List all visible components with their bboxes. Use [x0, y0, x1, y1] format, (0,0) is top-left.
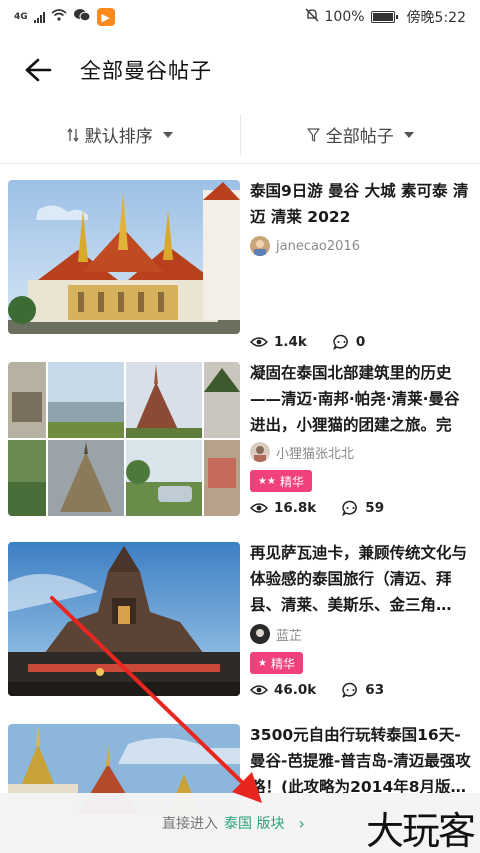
featured-badge: ★ 精华 [250, 652, 303, 674]
author-name: 蓝芷 [276, 628, 303, 644]
post-item[interactable]: 泰国9日游 曼谷 大城 素可泰 清迈 清莱 2022 janecao2016 1… [0, 178, 480, 350]
avatar [250, 236, 270, 256]
eye-icon [250, 503, 268, 513]
post-item[interactable]: 凝固在泰国北部建筑里的历史——清迈·南邦·帕尧·清莱·曼谷进出，小狸猫的团建之旅… [0, 362, 480, 530]
battery-percent: 100% [324, 9, 365, 25]
comment-icon [342, 500, 358, 516]
post-thumbnail[interactable] [8, 542, 240, 696]
watermark-logo: 大玩客 [365, 809, 476, 853]
caret-down-icon [403, 131, 414, 138]
wifi-icon [51, 9, 67, 25]
signal-icon [33, 11, 45, 23]
avatar [250, 624, 270, 644]
caret-down-icon [162, 131, 173, 138]
back-button[interactable] [18, 50, 58, 90]
featured-badge: ★★ 精华 [250, 470, 312, 492]
post-author[interactable]: 蓝芷 [250, 624, 302, 644]
post-title[interactable]: 3500元自由行玩转泰国16天-曼谷-芭提雅-普吉岛-清迈最强攻略！(此攻略为2… [250, 722, 474, 800]
post-author[interactable]: 小狸猫张北北 [250, 442, 354, 462]
author-name: 小狸猫张北北 [276, 446, 355, 462]
post-title[interactable]: 泰国9日游 曼谷 大城 素可泰 清迈 清莱 2022 [250, 178, 474, 230]
app-notification-icon: ▶ [96, 8, 115, 26]
post-thumbnail[interactable] [8, 362, 240, 516]
post-title[interactable]: 再见萨瓦迪卡，兼顾传统文化与体验感的泰国旅行（清迈、拜县、清莱、美斯乐、金三角… [250, 540, 474, 618]
status-time: 傍晚5:22 [406, 10, 466, 26]
post-author[interactable]: janecao2016 [250, 236, 360, 256]
wechat-icon [73, 8, 91, 26]
comment-count: 0 [333, 334, 365, 350]
star-icon: ★★ [258, 475, 276, 487]
sort-label: 默认排序 [84, 127, 153, 147]
filter-label: 全部帖子 [325, 127, 394, 147]
header: 全部曼谷帖子 [0, 34, 480, 106]
view-count: 16.8k [250, 500, 316, 516]
star-icon: ★ [258, 657, 267, 669]
post-stats: 16.8k 59 [250, 500, 410, 516]
post-stats: 46.0k 63 [250, 682, 410, 698]
comment-icon [342, 682, 358, 698]
avatar [250, 442, 270, 462]
author-name: janecao2016 [276, 238, 360, 254]
view-count: 1.4k [250, 334, 307, 350]
filter-bar: 默认排序 全部帖子 [0, 106, 480, 164]
chevron-right-icon: › [298, 813, 305, 833]
battery-icon [370, 11, 398, 23]
enter-board-prefix: 直接进入 [162, 816, 218, 832]
page-title: 全部曼谷帖子 [80, 59, 212, 83]
post-thumbnail[interactable] [8, 180, 240, 334]
eye-icon [250, 337, 268, 347]
post-stats: 1.4k 0 [250, 334, 391, 350]
eye-icon [250, 685, 268, 695]
enter-board-link[interactable]: 泰国 版块 [224, 813, 284, 833]
comment-icon [333, 334, 348, 350]
mute-icon [305, 8, 319, 26]
post-item[interactable]: 再见萨瓦迪卡，兼顾传统文化与体验感的泰国旅行（清迈、拜县、清莱、美斯乐、金三角…… [0, 542, 480, 710]
sort-dropdown[interactable]: 默认排序 [0, 106, 240, 163]
arrow-left-icon [25, 58, 52, 82]
sort-icon [67, 127, 79, 142]
view-count: 46.0k [250, 682, 316, 698]
post-type-dropdown[interactable]: 全部帖子 [241, 106, 480, 163]
funnel-icon [307, 127, 320, 142]
status-bar: 4G ▶ 100% 傍晚5:22 [0, 0, 480, 34]
network-type: 4G [14, 11, 28, 22]
comment-count: 59 [342, 500, 384, 516]
comment-count: 63 [342, 682, 384, 698]
post-title[interactable]: 凝固在泰国北部建筑里的历史——清迈·南邦·帕尧·清莱·曼谷进出，小狸猫的团建之旅… [250, 360, 474, 438]
